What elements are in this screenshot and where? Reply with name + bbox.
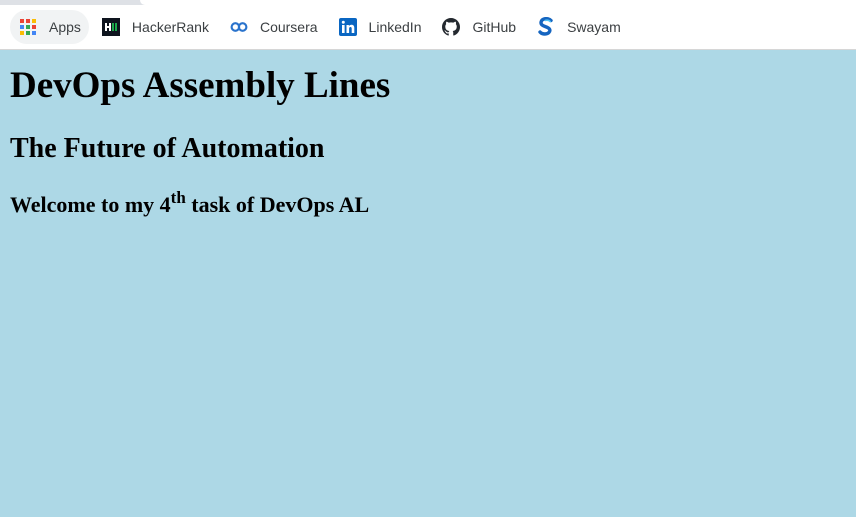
bookmark-label: Coursera xyxy=(259,19,318,35)
welcome-prefix: Welcome to my 4 xyxy=(10,192,171,217)
bookmark-label: HackerRank xyxy=(131,19,209,35)
page-subtitle: The Future of Automation xyxy=(10,133,325,164)
bookmark-swayam[interactable]: Swayam xyxy=(528,10,629,44)
bookmarks-bar: Apps HackerRank Coursera LinkedIn GitHub… xyxy=(0,5,856,50)
apps-grid-icon xyxy=(19,18,37,36)
welcome-suffix: task of DevOps AL xyxy=(185,192,370,217)
bookmark-coursera[interactable]: Coursera xyxy=(221,10,326,44)
linkedin-icon xyxy=(338,18,357,36)
bookmark-linkedin[interactable]: LinkedIn xyxy=(330,10,430,44)
bookmark-label: Apps xyxy=(49,19,81,35)
ordinal-suffix: th xyxy=(170,188,186,207)
bookmark-label: Swayam xyxy=(567,19,621,35)
page-content: DevOps Assembly Lines The Future of Auto… xyxy=(0,51,856,517)
bookmark-label: GitHub xyxy=(472,19,517,35)
bookmark-github[interactable]: GitHub xyxy=(433,10,524,44)
bookmark-hackerrank[interactable]: HackerRank xyxy=(93,10,217,44)
hackerrank-icon xyxy=(101,18,120,36)
bookmark-apps[interactable]: Apps xyxy=(10,10,89,44)
swayam-icon xyxy=(537,17,555,36)
page-title: DevOps Assembly Lines xyxy=(10,65,391,106)
coursera-icon xyxy=(230,18,248,36)
github-icon xyxy=(442,18,461,36)
welcome-message: Welcome to my 4th task of DevOps AL xyxy=(10,188,846,220)
bookmark-label: LinkedIn xyxy=(368,19,422,35)
